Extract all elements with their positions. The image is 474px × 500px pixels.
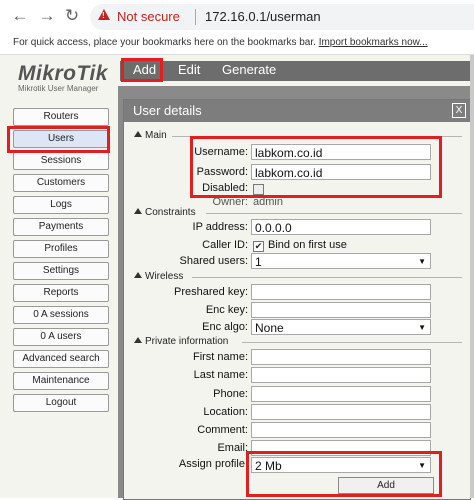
sidebar-item-settings[interactable]: Settings	[13, 262, 109, 280]
collapse-icon	[134, 208, 142, 214]
sidebar: Routers Users Sessions Customers Logs Pa…	[13, 108, 109, 416]
import-bookmarks-link[interactable]: Import bookmarks now...	[319, 37, 428, 48]
collapse-icon	[134, 272, 142, 278]
email-field[interactable]	[251, 440, 431, 456]
bookmarks-hint: For quick access, place your bookmarks h…	[13, 37, 316, 48]
shared-users-label: Shared users:	[179, 255, 248, 267]
sidebar-item-profiles[interactable]: Profiles	[13, 240, 109, 258]
reload-button[interactable]: ↻	[62, 6, 82, 26]
caller-id-label: Caller ID:	[202, 239, 248, 251]
enc-key-field[interactable]	[251, 302, 431, 318]
disabled-checkbox[interactable]	[253, 184, 264, 195]
add-button[interactable]: Add	[338, 477, 434, 494]
collapse-icon	[134, 337, 142, 343]
dropdown-arrow-icon: ▼	[418, 461, 426, 470]
assign-profile-label: Assign profile:	[178, 458, 248, 470]
last-name-label: Last name:	[193, 369, 248, 381]
bind-first-use-label: Bind on first use	[268, 239, 347, 251]
address-bar[interactable]: ! Not secure 172.16.0.1/userman	[90, 4, 474, 30]
collapse-icon	[134, 131, 142, 137]
not-secure-label[interactable]: Not secure	[117, 9, 180, 24]
forward-button[interactable]: →	[37, 6, 57, 26]
sidebar-item-maintenance[interactable]: Maintenance	[13, 372, 109, 390]
sidebar-item-routers[interactable]: Routers	[13, 108, 109, 126]
sidebar-item-customers[interactable]: Customers	[13, 174, 109, 192]
section-wireless[interactable]: Wireless	[134, 271, 183, 282]
divider	[195, 9, 196, 25]
first-name-label: First name:	[192, 351, 248, 363]
back-button[interactable]: ←	[10, 6, 30, 26]
phone-label: Phone:	[213, 388, 248, 400]
owner-value: admin	[253, 196, 283, 208]
enc-algo-label: Enc algo:	[202, 321, 248, 333]
bind-first-use-checkbox[interactable]: ✔	[253, 241, 264, 252]
shared-users-value: 1	[255, 255, 262, 269]
logo-subtitle: Mikrotik User Manager	[18, 84, 99, 93]
location-field[interactable]	[251, 404, 431, 420]
dropdown-arrow-icon: ▼	[418, 323, 426, 332]
section-divider	[206, 213, 462, 214]
section-divider	[172, 136, 462, 137]
password-field[interactable]: labkom.co.id	[251, 164, 431, 180]
sidebar-item-advanced-search[interactable]: Advanced search	[13, 350, 109, 368]
top-menu: Add Edit Generate	[120, 61, 474, 81]
sidebar-item-reports[interactable]: Reports	[13, 284, 109, 302]
first-name-field[interactable]	[251, 349, 431, 365]
sidebar-item-sessions[interactable]: Sessions	[13, 152, 109, 170]
enc-algo-value: None	[255, 321, 284, 335]
section-main[interactable]: Main	[134, 130, 167, 141]
comment-field[interactable]	[251, 422, 431, 438]
warning-mark-icon: !	[102, 11, 105, 20]
username-field[interactable]: labkom.co.id	[251, 144, 431, 160]
sidebar-item-active-sessions[interactable]: 0 A sessions	[13, 306, 109, 324]
preshared-key-field[interactable]	[251, 284, 431, 300]
phone-field[interactable]	[251, 386, 431, 402]
username-label: Username:	[194, 146, 248, 158]
browser-toolbar: ← → ↻ ! Not secure 172.16.0.1/userman	[0, 0, 474, 34]
logo: MikroTik Mikrotik User Manager	[18, 62, 108, 93]
sidebar-item-active-users[interactable]: 0 A users	[13, 328, 109, 346]
shared-users-select[interactable]: 1 ▼	[251, 253, 431, 269]
ip-address-field[interactable]: 0.0.0.0	[251, 219, 431, 235]
page-scrollbar[interactable]	[470, 55, 474, 498]
enc-algo-select[interactable]: None ▼	[251, 319, 431, 335]
assign-profile-value: 2 Mb	[255, 459, 282, 473]
sidebar-item-logs[interactable]: Logs	[13, 196, 109, 214]
sidebar-item-users[interactable]: Users	[13, 130, 109, 148]
sidebar-item-logout[interactable]: Logout	[13, 394, 109, 412]
location-label: Location:	[203, 406, 248, 418]
assign-profile-select[interactable]: 2 Mb ▼	[251, 457, 431, 473]
close-button[interactable]: X	[452, 103, 466, 118]
user-details-dialog: User details X Main Username: labkom.co.…	[123, 99, 471, 500]
email-label: Email:	[217, 442, 248, 454]
menu-edit[interactable]: Edit	[178, 62, 200, 77]
section-constraints[interactable]: Constraints	[134, 207, 196, 218]
sidebar-item-payments[interactable]: Payments	[13, 218, 109, 236]
preshared-key-label: Preshared key:	[174, 286, 248, 298]
password-label: Password:	[196, 166, 248, 178]
app-area: MikroTik Mikrotik User Manager Add Edit …	[0, 55, 474, 500]
comment-label: Comment:	[197, 424, 248, 436]
last-name-field[interactable]	[251, 367, 431, 383]
dialog-title: User details	[133, 103, 202, 118]
section-divider	[192, 277, 462, 278]
logo-title: MikroTik	[18, 62, 108, 85]
dropdown-arrow-icon: ▼	[418, 257, 426, 266]
menu-generate[interactable]: Generate	[222, 62, 276, 77]
ip-address-label: IP address:	[192, 221, 248, 233]
section-divider	[242, 342, 462, 343]
dialog-header: User details X	[124, 100, 470, 122]
menu-add[interactable]: Add	[133, 62, 156, 77]
disabled-label: Disabled:	[202, 182, 248, 194]
url-text[interactable]: 172.16.0.1/userman	[205, 9, 321, 24]
section-private[interactable]: Private information	[134, 336, 228, 347]
bookmarks-bar: For quick access, place your bookmarks h…	[0, 34, 474, 55]
enc-key-label: Enc key:	[205, 304, 248, 316]
